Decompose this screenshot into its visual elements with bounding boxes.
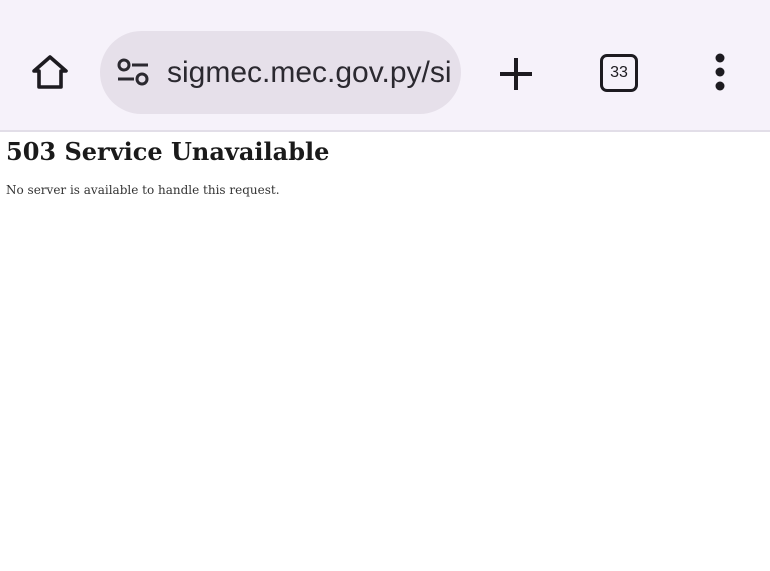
home-icon: [32, 55, 68, 89]
new-tab-button[interactable]: [494, 52, 538, 96]
more-vert-icon: [715, 53, 725, 91]
url-text[interactable]: sigmec.mec.gov.py/sigmec: [167, 53, 450, 93]
address-bar[interactable]: sigmec.mec.gov.py/sigmec: [100, 31, 461, 114]
tab-switcher-button[interactable]: 33: [600, 54, 638, 92]
tune-icon[interactable]: [116, 57, 150, 87]
tab-count-icon: 33: [600, 54, 638, 92]
page-title: 503 Service Unavailable: [6, 137, 330, 166]
menu-button[interactable]: [702, 50, 738, 96]
browser-toolbar: sigmec.mec.gov.py/sigmec 33: [0, 0, 770, 132]
error-message: No server is available to handle this re…: [6, 183, 280, 197]
tab-count: 33: [610, 64, 628, 81]
home-button[interactable]: [24, 46, 76, 98]
plus-icon: [500, 58, 532, 90]
